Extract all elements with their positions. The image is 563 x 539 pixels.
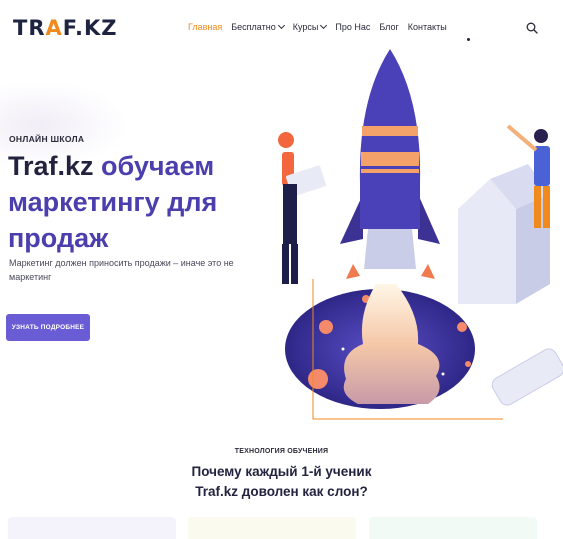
- nav-item-about[interactable]: Про Нас: [335, 22, 370, 32]
- star: [441, 372, 445, 376]
- woman-figure: [278, 132, 326, 284]
- nav-item-courses[interactable]: Курсы: [292, 21, 328, 32]
- section-title-line1: Почему каждый 1-й ученик: [191, 464, 372, 479]
- section-title: Почему каждый 1-й ученик Traf.kz доволен…: [0, 462, 563, 502]
- section-title-line2: Traf.kz доволен как слон?: [195, 484, 368, 499]
- rocket-body: [359, 49, 421, 229]
- logo-text-accent: A: [45, 16, 63, 40]
- nav-item-free[interactable]: Бесплатно: [231, 21, 285, 32]
- chevron-down-icon: [320, 21, 328, 30]
- nav-item-blog[interactable]: Блог: [379, 22, 398, 32]
- learn-more-button[interactable]: УЗНАТЬ ПОДРОБНЕЕ: [6, 314, 90, 341]
- nav-item-home[interactable]: Главная: [188, 22, 222, 32]
- logo-text-part1: TR: [13, 16, 46, 40]
- feature-card: [369, 517, 537, 539]
- decorative-dot: [467, 38, 470, 41]
- rocket: [340, 49, 440, 279]
- nav-label: Курсы: [292, 22, 319, 32]
- feature-card: [188, 517, 356, 539]
- planet: [465, 361, 471, 367]
- hero-title-brand: Traf.kz: [8, 151, 94, 181]
- main-nav: Главная Бесплатно Курсы Про Нас Блог Кон…: [188, 21, 456, 32]
- nav-item-contacts[interactable]: Контакты: [408, 22, 447, 32]
- rocket-left-fin: [340, 194, 363, 244]
- hero-eyebrow: ОНЛАЙН ШКОЛА: [9, 134, 85, 144]
- hero-subtitle: Маркетинг должен приносить продажи – ина…: [9, 258, 234, 282]
- rocket-stripe: [361, 152, 419, 166]
- chevron-down-icon: [277, 21, 285, 30]
- rocket-stripe: [362, 126, 418, 136]
- nav-label: Блог: [379, 22, 399, 32]
- planet: [457, 322, 467, 332]
- logo[interactable]: TRAF.KZ: [13, 16, 118, 40]
- rocket-right-fin: [418, 194, 440, 244]
- nav-label: Контакты: [407, 22, 447, 32]
- rocket-stripe: [361, 169, 419, 173]
- feature-card: [8, 517, 176, 539]
- search-icon[interactable]: [526, 22, 538, 34]
- nav-label: Главная: [188, 22, 223, 32]
- hero-title: Traf.kz обучаем маркетингу для продаж: [8, 148, 258, 256]
- nav-label: Про Нас: [335, 22, 371, 32]
- phone-shape: [491, 348, 563, 406]
- section-eyebrow: ТЕХНОЛОГИЯ ОБУЧЕНИЯ: [234, 448, 329, 455]
- nav-label: Бесплатно: [231, 22, 276, 32]
- planet: [308, 369, 328, 389]
- planet: [319, 320, 333, 334]
- star: [341, 347, 345, 351]
- rocket-nozzle: [364, 229, 416, 269]
- logo-text-part2: F.KZ: [62, 16, 118, 40]
- rocket-launch-illustration: [278, 49, 563, 420]
